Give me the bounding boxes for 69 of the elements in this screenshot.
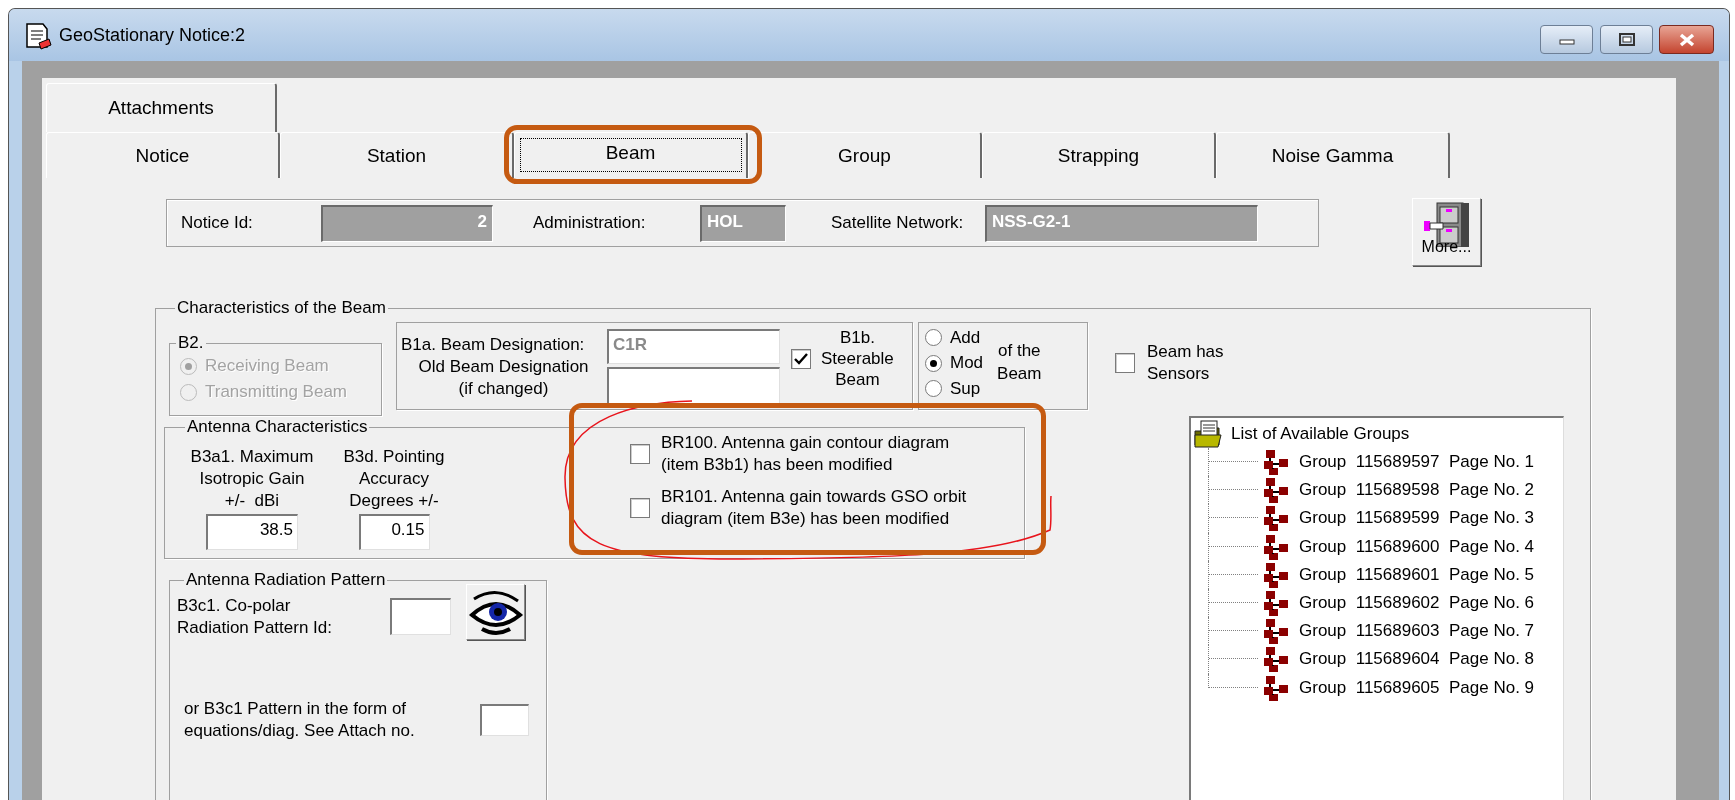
input-field[interactable] xyxy=(480,704,529,736)
group-title: B2. xyxy=(177,333,205,353)
tab[interactable]: Beam xyxy=(514,132,748,178)
field-label: Old Beam Designation (if changed) xyxy=(417,356,590,400)
minimize-button[interactable] xyxy=(1540,25,1593,54)
field-label: Notice Id: xyxy=(180,212,254,234)
field-label: B3c1. Co-polar Radiation Pattern Id: xyxy=(177,595,333,639)
group-title: Antenna Radiation Pattern xyxy=(185,570,387,590)
field-label: Satellite Network: xyxy=(830,212,965,234)
field-label: B3d. Pointing Accuracy Degrees +/- xyxy=(343,446,445,512)
view-button[interactable] xyxy=(466,584,525,640)
tree-root-label[interactable]: List of Available Groups xyxy=(1231,422,1410,445)
checkbox-label: BR100. Antenna gain contour diagram (item B3b1) has been modified xyxy=(661,432,950,476)
maximize-icon xyxy=(1618,33,1635,46)
radio-button[interactable] xyxy=(925,380,942,398)
input-field[interactable]: 0.15 xyxy=(358,514,430,550)
hierarchy-icon xyxy=(1263,561,1289,588)
checkbox-label: BR101. Antenna gain towards GSO orbit diagram (item B3e) has been modified xyxy=(661,486,967,530)
field-label: Administration: xyxy=(532,212,647,234)
tab[interactable]: Notice xyxy=(46,132,280,178)
tab[interactable]: Strapping xyxy=(982,132,1216,178)
hierarchy-icon xyxy=(1263,533,1289,560)
radio-label: Sup xyxy=(950,377,981,400)
checkbox-label: Beam has Sensors xyxy=(1147,341,1224,385)
hierarchy-icon xyxy=(1263,646,1289,673)
tab[interactable]: Attachments xyxy=(46,83,277,132)
radio-button[interactable] xyxy=(925,329,942,347)
field-label: B3a1. Maximum Isotropic Gain +/- dBi xyxy=(190,446,314,512)
close-button[interactable] xyxy=(1659,25,1714,54)
tree-item[interactable]: Group 115689598 Page No. 2 xyxy=(1299,479,1535,502)
input-field[interactable] xyxy=(607,367,780,404)
tree-item[interactable]: Group 115689600 Page No. 4 xyxy=(1299,535,1535,558)
hierarchy-icon xyxy=(1263,674,1289,701)
field-label: B1a. Beam Designation: xyxy=(401,334,586,356)
tree-item[interactable]: Group 115689599 Page No. 3 xyxy=(1299,507,1535,530)
checkbox[interactable] xyxy=(630,444,650,464)
radio-label: Mod xyxy=(950,352,984,375)
checkbox[interactable] xyxy=(791,348,811,369)
tree-item[interactable]: Group 115689601 Page No. 5 xyxy=(1299,563,1535,586)
tree-item[interactable]: Group 115689597 Page No. 1 xyxy=(1299,451,1535,474)
radio-label: Add xyxy=(950,326,981,349)
radio-button[interactable] xyxy=(925,354,942,372)
radio-label: Receiving Beam xyxy=(205,355,329,377)
group-title: Antenna Characteristics xyxy=(186,417,369,437)
tree-item[interactable]: Group 115689605 Page No. 9 xyxy=(1299,676,1535,699)
tab[interactable]: Noise Gamma xyxy=(1216,132,1450,178)
tree-item[interactable]: Group 115689603 Page No. 7 xyxy=(1299,620,1535,643)
tab[interactable]: Group xyxy=(748,132,982,178)
group-title: Characteristics of the Beam xyxy=(176,298,387,318)
hierarchy-icon xyxy=(1263,477,1289,504)
tree-item[interactable]: Group 115689602 Page No. 6 xyxy=(1299,592,1535,615)
radio-label: Transmitting Beam xyxy=(205,381,348,403)
checkbox[interactable] xyxy=(630,498,650,518)
checkbox-label: B1b. Steerable Beam xyxy=(821,327,894,390)
window-title: GeoStationary Notice:2 xyxy=(59,24,246,46)
group-label: of the Beam xyxy=(997,340,1042,385)
input-field[interactable] xyxy=(390,598,451,635)
close-icon xyxy=(1677,31,1696,48)
hierarchy-icon xyxy=(1263,505,1289,532)
hierarchy-icon xyxy=(1263,449,1289,476)
field-label: or B3c1 Pattern in the form of equations/diag. See Attach no. xyxy=(184,698,416,742)
input-field[interactable]: 38.5 xyxy=(206,514,298,550)
hierarchy-icon xyxy=(1263,618,1289,645)
hierarchy-icon xyxy=(1263,590,1289,617)
checkbox[interactable] xyxy=(1115,353,1135,373)
document-icon xyxy=(23,21,53,51)
tab[interactable]: Station xyxy=(280,132,514,178)
tree-item[interactable]: Group 115689604 Page No. 8 xyxy=(1299,648,1535,671)
maximize-button[interactable] xyxy=(1600,25,1653,54)
